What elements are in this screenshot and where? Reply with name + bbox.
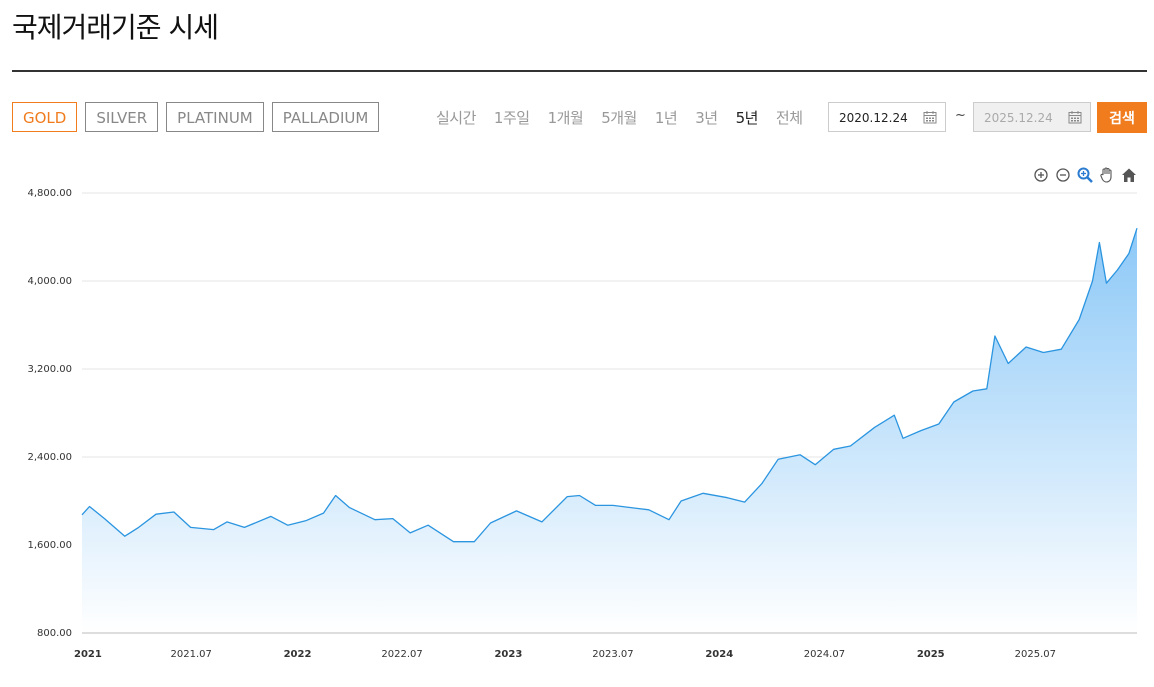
x-tick-label: 2021 [74,649,102,660]
tab-silver[interactable]: SILVER [85,102,159,132]
period-3year[interactable]: 3년 [686,108,726,128]
x-axis: 2021 2021.07 2022 2022.07 2023 2023.07 2024 202… [74,649,1056,660]
period-all[interactable]: 전체 [767,108,812,128]
period-5year[interactable]: 5년 [727,108,767,128]
x-tick-label: 2024 [705,649,733,660]
tab-palladium[interactable]: PALLADIUM [271,102,380,132]
x-tick-label: 2021.07 [171,649,212,660]
y-tick-label: 2,400.00 [27,452,72,463]
period-realtime[interactable]: 실시간 [436,108,485,128]
x-tick-label: 2025 [917,649,945,660]
period-5month[interactable]: 5개월 [592,108,646,128]
gold-price-chart[interactable]: 800.00 1,600.00 2,400.00 3,200.00 4,000.00 4,… [0,150,1154,687]
start-date-value: 2020.12.24 [839,111,908,125]
period-1month[interactable]: 1개월 [539,108,593,128]
calendar-icon[interactable] [923,110,937,124]
period-1year[interactable]: 1년 [646,108,686,128]
end-date-value: 2025.12.24 [984,111,1053,125]
y-axis: 800.00 1,600.00 2,400.00 3,200.00 4,000.00 4,… [27,188,72,639]
x-tick-label: 2023 [494,649,522,660]
title-divider [12,70,1147,72]
start-date-field[interactable]: 2020.12.24 [828,102,946,132]
page-title: 국제거래기준 시세 [12,11,219,44]
search-button[interactable]: 검색 [1097,102,1147,133]
tab-platinum[interactable]: PLATINUM [166,102,264,132]
metal-tabs: GOLD SILVER PLATINUM PALLADIUM [12,102,380,134]
y-tick-label: 1,600.00 [27,540,72,551]
x-tick-label: 2025.07 [1015,649,1056,660]
x-tick-label: 2022.07 [381,649,422,660]
period-1week[interactable]: 1주일 [485,108,539,128]
y-tick-label: 4,000.00 [27,276,72,287]
calendar-icon[interactable] [1068,110,1082,124]
date-separator: ~ [955,108,966,123]
y-tick-label: 800.00 [37,628,72,639]
x-tick-label: 2022 [284,649,312,660]
period-tabs: 실시간 1주일 1개월 5개월 1년 3년 5년 전체 [436,108,812,128]
x-tick-label: 2024.07 [804,649,845,660]
price-area [82,228,1137,633]
y-tick-label: 3,200.00 [27,364,72,375]
tab-gold[interactable]: GOLD [12,102,78,132]
end-date-field[interactable]: 2025.12.24 [973,102,1091,132]
x-tick-label: 2023.07 [592,649,633,660]
y-tick-label: 4,800.00 [27,188,72,199]
